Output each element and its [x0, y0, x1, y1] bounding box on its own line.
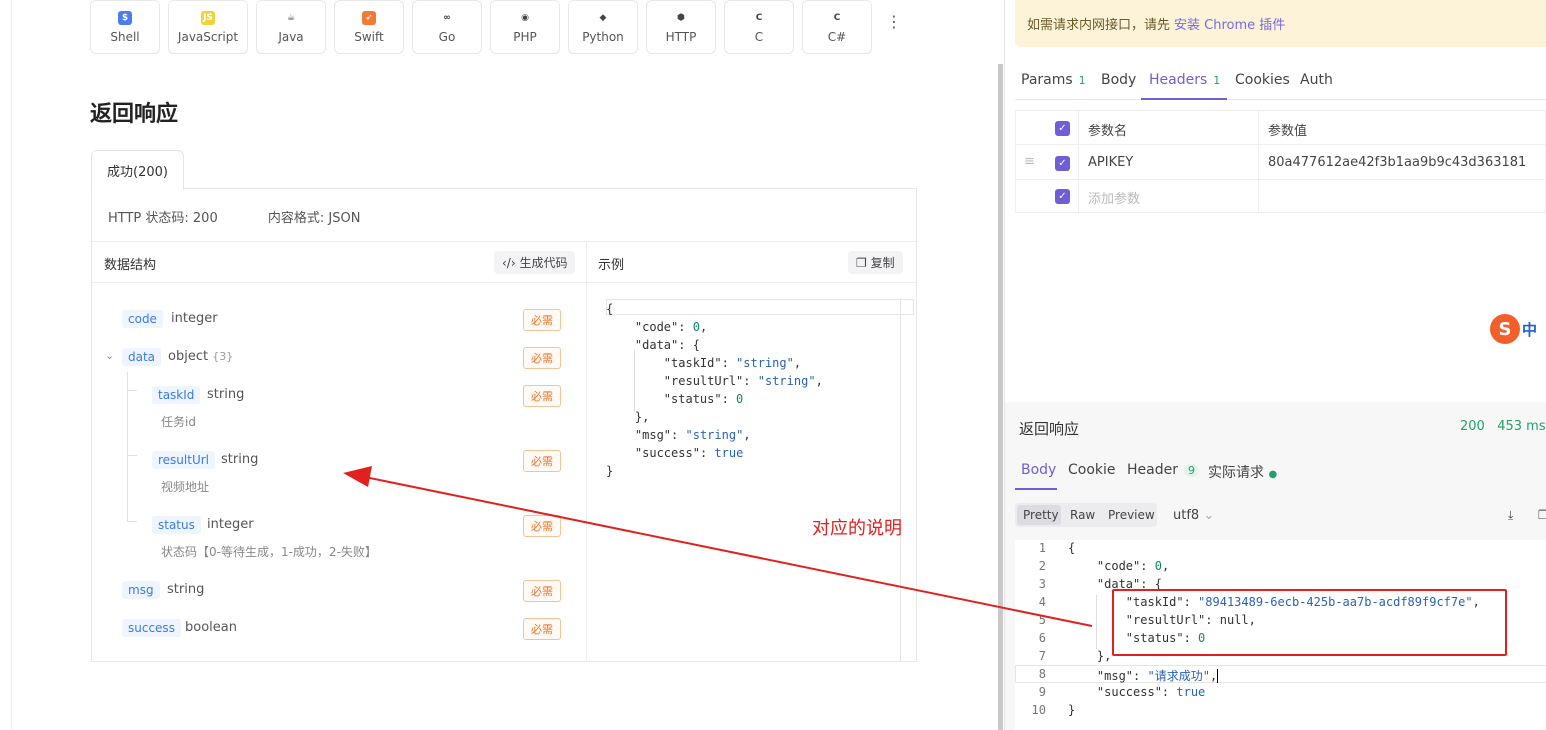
- arrow-head: [343, 466, 372, 487]
- arrow-line: [359, 475, 1093, 627]
- annotation-arrow: [343, 466, 1093, 627]
- tab-success-200[interactable]: 成功(200): [91, 150, 184, 190]
